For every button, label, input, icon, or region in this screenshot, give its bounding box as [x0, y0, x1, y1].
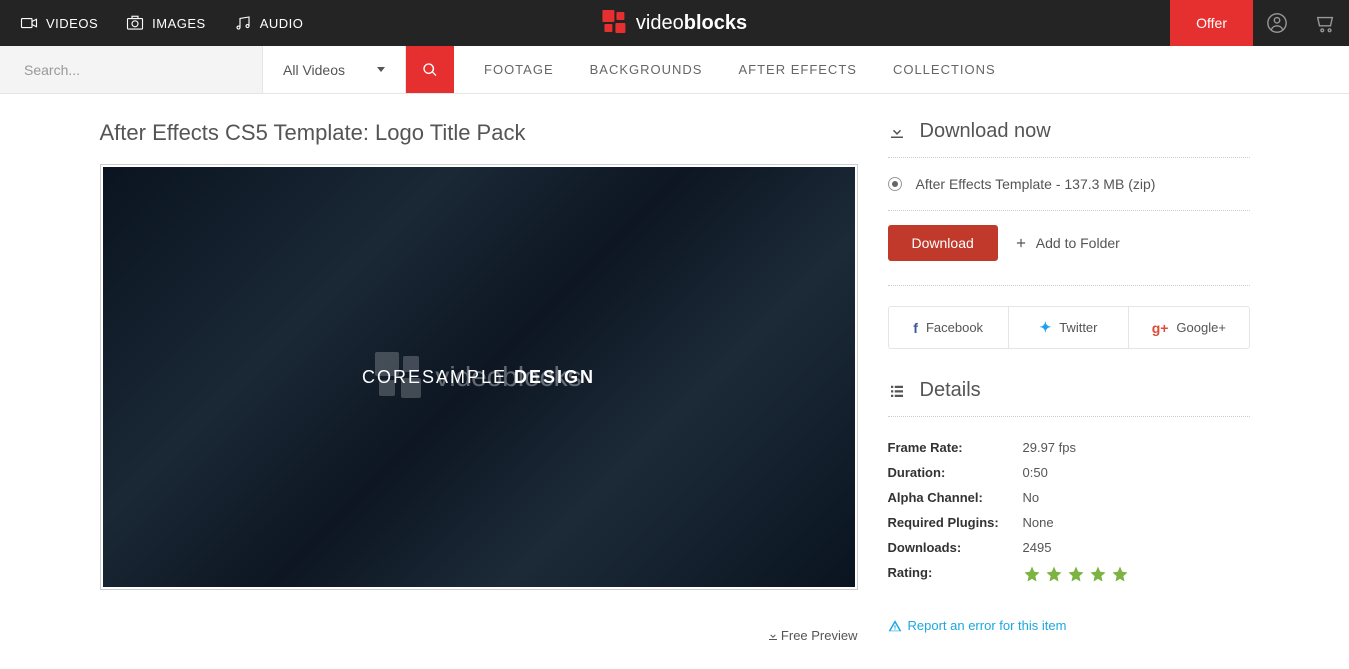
dropdown-selected: All Videos — [283, 62, 345, 78]
search-bar: All Videos FOOTAGE BACKGROUNDS AFTER EFF… — [0, 46, 1349, 94]
share-row: f Facebook ✦ Twitter g+ Google+ — [888, 306, 1250, 349]
cart-icon — [1314, 12, 1336, 34]
download-icon — [888, 123, 906, 141]
share-twitter[interactable]: ✦ Twitter — [1008, 307, 1128, 348]
detail-frame-rate: Frame Rate: 29.97 fps — [888, 435, 1250, 460]
chevron-down-icon — [377, 67, 385, 72]
top-right: Offer — [1170, 0, 1349, 46]
video-player-surface: videoblocks CORESAMPLE DESIGN — [103, 167, 855, 587]
brand-mark-icon — [602, 10, 628, 36]
download-icon — [767, 630, 779, 642]
search-icon — [422, 62, 438, 78]
nav-videos[interactable]: VIDEOS — [20, 14, 98, 32]
video-camera-icon — [20, 14, 38, 32]
nav-images[interactable]: IMAGES — [126, 14, 206, 32]
subnav-footage[interactable]: FOOTAGE — [484, 62, 554, 77]
warning-icon — [888, 619, 902, 633]
main-container: After Effects CS5 Template: Logo Title P… — [100, 94, 1250, 669]
action-row: Download Add to Folder — [888, 225, 1250, 286]
star-icon — [1045, 565, 1063, 583]
top-header: VIDEOS IMAGES AUDIO videoblocks Offer — [0, 0, 1349, 46]
free-preview-label: Free Preview — [781, 628, 858, 643]
account-button[interactable] — [1253, 0, 1301, 46]
brand-logo[interactable]: videoblocks — [602, 10, 747, 36]
twitter-icon: ✦ — [1039, 319, 1051, 336]
search-input[interactable] — [0, 46, 262, 93]
plus-icon — [1014, 236, 1028, 250]
nav-images-label: IMAGES — [152, 16, 206, 31]
subnav-aftereffects[interactable]: AFTER EFFECTS — [738, 62, 856, 77]
share-facebook[interactable]: f Facebook — [889, 307, 1008, 348]
detail-duration: Duration: 0:50 — [888, 460, 1250, 485]
detail-alpha: Alpha Channel: No — [888, 485, 1250, 510]
camera-icon — [126, 14, 144, 32]
nav-audio[interactable]: AUDIO — [234, 14, 304, 32]
nav-videos-label: VIDEOS — [46, 16, 98, 31]
subnav-collections[interactable]: COLLECTIONS — [893, 62, 996, 77]
list-icon — [888, 382, 906, 400]
page-title: After Effects CS5 Template: Logo Title P… — [100, 120, 858, 146]
main-column: After Effects CS5 Template: Logo Title P… — [100, 120, 858, 643]
download-button[interactable]: Download — [888, 225, 998, 261]
googleplus-icon: g+ — [1152, 320, 1169, 336]
add-to-folder-button[interactable]: Add to Folder — [1014, 235, 1120, 251]
detail-plugins: Required Plugins: None — [888, 510, 1250, 535]
sidebar: Download now After Effects Template - 13… — [888, 120, 1250, 643]
details-heading: Details — [888, 379, 1250, 417]
star-icon — [1089, 565, 1107, 583]
video-player[interactable]: videoblocks CORESAMPLE DESIGN — [100, 164, 858, 590]
star-icon — [1067, 565, 1085, 583]
report-error-link[interactable]: Report an error for this item — [888, 618, 1250, 633]
cart-button[interactable] — [1301, 0, 1349, 46]
facebook-icon: f — [913, 320, 918, 336]
detail-rating: Rating: — [888, 560, 1250, 588]
detail-downloads: Downloads: 2495 — [888, 535, 1250, 560]
radio-icon — [888, 177, 902, 191]
brand-text: videoblocks — [636, 12, 747, 35]
download-option-row[interactable]: After Effects Template - 137.3 MB (zip) — [888, 176, 1250, 211]
nav-audio-label: AUDIO — [260, 16, 304, 31]
add-to-folder-label: Add to Folder — [1036, 235, 1120, 251]
video-center-label: CORESAMPLE DESIGN — [362, 367, 595, 388]
offer-button[interactable]: Offer — [1170, 0, 1253, 46]
subnav-backgrounds[interactable]: BACKGROUNDS — [590, 62, 703, 77]
star-icon — [1023, 565, 1041, 583]
music-note-icon — [234, 14, 252, 32]
share-google[interactable]: g+ Google+ — [1128, 307, 1248, 348]
free-preview-link[interactable]: Free Preview — [100, 628, 858, 643]
search-category-dropdown[interactable]: All Videos — [262, 46, 406, 93]
report-error-label: Report an error for this item — [908, 618, 1067, 633]
sub-nav: FOOTAGE BACKGROUNDS AFTER EFFECTS COLLEC… — [454, 46, 1349, 93]
download-heading: Download now — [888, 120, 1250, 158]
top-nav: VIDEOS IMAGES AUDIO — [0, 14, 303, 32]
search-button[interactable] — [406, 46, 454, 93]
user-icon — [1266, 12, 1288, 34]
star-icon — [1111, 565, 1129, 583]
download-option-label: After Effects Template - 137.3 MB (zip) — [916, 176, 1156, 192]
rating-stars — [1023, 565, 1129, 583]
